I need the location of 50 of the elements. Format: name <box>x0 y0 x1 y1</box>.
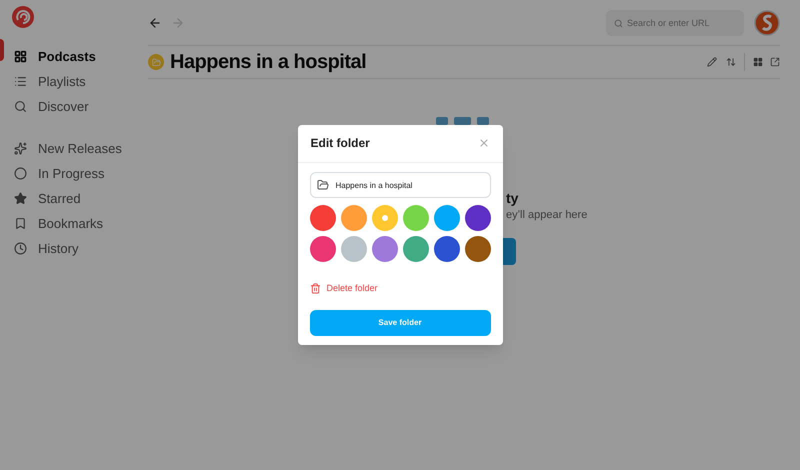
empty-text: ey’ll appear here <box>506 208 588 223</box>
bookmark-icon <box>14 217 27 230</box>
color-swatch[interactable] <box>464 236 490 262</box>
back-icon[interactable] <box>148 16 162 30</box>
page-title: Happens in a hospital <box>170 50 366 75</box>
clock-icon <box>14 242 27 255</box>
color-swatch[interactable] <box>372 204 398 231</box>
folder-name-field[interactable]: Happens in a hospital <box>310 172 490 198</box>
empty-title: ty <box>506 189 518 208</box>
folder-icon <box>316 178 328 191</box>
nav-item[interactable]: Podcasts <box>14 46 96 66</box>
color-swatch[interactable] <box>434 236 460 262</box>
empty-illustration <box>436 117 491 125</box>
search-field[interactable]: Search or enter URL <box>606 10 744 36</box>
expand-icon[interactable] <box>770 57 780 67</box>
nav-item[interactable]: History <box>14 238 78 258</box>
circle-icon <box>14 167 27 180</box>
close-icon[interactable] <box>478 137 490 150</box>
search-icon <box>614 18 623 28</box>
color-swatch[interactable] <box>402 236 428 262</box>
search-icon <box>14 100 27 113</box>
nav-item[interactable]: Starred <box>14 188 81 208</box>
color-swatch[interactable] <box>310 236 336 262</box>
dialog-title: Edit folder <box>310 135 370 152</box>
nav-item[interactable]: In Progress <box>14 164 104 184</box>
delete-folder-button[interactable]: Delete folder <box>310 282 378 296</box>
color-swatch[interactable] <box>340 204 366 231</box>
sort-icon[interactable] <box>726 57 736 67</box>
color-swatch[interactable] <box>372 236 398 262</box>
star-icon <box>14 192 27 205</box>
grid-icon[interactable] <box>753 57 763 67</box>
sparkle-icon <box>14 142 27 155</box>
color-swatch[interactable] <box>310 204 336 231</box>
nav-item[interactable]: New Releases <box>14 138 122 158</box>
color-swatch[interactable] <box>434 204 460 231</box>
nav-item[interactable]: Playlists <box>14 72 86 92</box>
color-swatch[interactable] <box>464 204 490 231</box>
avatar-icon[interactable] <box>754 10 780 36</box>
grid-icon <box>14 50 27 63</box>
selection-bar <box>0 39 4 61</box>
color-swatch[interactable] <box>402 204 428 231</box>
color-swatch[interactable] <box>340 236 366 262</box>
folder-icon <box>152 58 160 66</box>
save-folder-button[interactable]: Save folder <box>310 310 490 336</box>
logo-icon[interactable] <box>12 6 34 28</box>
nav-item[interactable]: Discover <box>14 96 89 116</box>
nav-item[interactable]: Bookmarks <box>14 214 104 234</box>
edit-icon[interactable] <box>707 57 717 67</box>
trash-icon <box>310 283 320 294</box>
list-icon <box>14 75 27 88</box>
